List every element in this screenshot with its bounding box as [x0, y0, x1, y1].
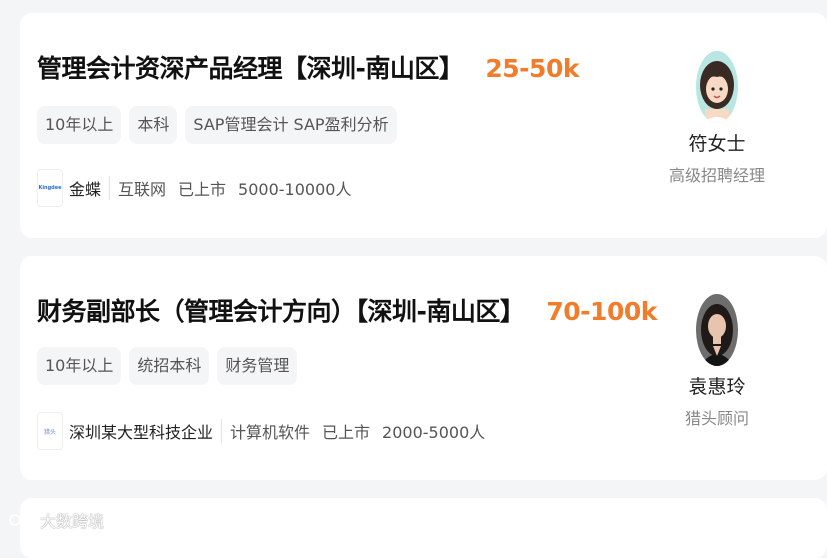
watermark: 大数跨境 [8, 508, 104, 532]
recruiter-info[interactable]: 袁惠玲 猎头顾问 [607, 294, 827, 429]
company-size: 5000-10000人 [238, 180, 352, 199]
job-card[interactable]: 财务副部长（管理会计方向）【深圳-南山区】 70-100k 10年以上 统招本科… [20, 256, 827, 480]
company-info[interactable]: Kingdee 金蝶 互联网 已上市 5000-10000人 [37, 169, 363, 207]
job-title[interactable]: 财务副部长（管理会计方向）【深圳-南山区】 [37, 292, 525, 328]
job-tags: 10年以上 统招本科 财务管理 [37, 347, 298, 385]
job-tags: 10年以上 本科 SAP管理会计 SAP盈利分析 [37, 106, 397, 144]
tag-experience: 10年以上 [37, 347, 122, 385]
job-title-row: 管理会计资深产品经理【深圳-南山区】 25-50k [37, 49, 579, 85]
company-size: 2000-5000人 [382, 423, 486, 442]
job-salary: 25-50k [485, 54, 579, 83]
tag-experience: 10年以上 [37, 106, 122, 144]
watermark-logo-icon [8, 512, 34, 528]
recruiter-name: 符女士 [688, 133, 746, 155]
tag-education: 统招本科 [129, 347, 210, 385]
company-info[interactable]: 猎头 深圳某大型科技企业 计算机软件 已上市 2000-5000人 [37, 412, 497, 450]
company-logo: 猎头 [37, 412, 63, 450]
recruiter-info[interactable]: 符女士 高级招聘经理 [607, 51, 827, 186]
divider [221, 419, 223, 443]
job-card[interactable]: 管理会计资深产品经理【深圳-南山区】 25-50k 10年以上 本科 SAP管理… [20, 13, 827, 238]
tag-skill: 财务管理 [217, 347, 298, 385]
divider [109, 176, 111, 200]
company-name[interactable]: 金蝶 [69, 176, 101, 200]
company-status: 已上市 [178, 180, 227, 199]
job-title-row: 财务副部长（管理会计方向）【深圳-南山区】 70-100k [37, 292, 657, 328]
company-industry: 计算机软件 [230, 423, 311, 442]
job-title[interactable]: 管理会计资深产品经理【深圳-南山区】 [37, 49, 464, 85]
recruiter-avatar [696, 51, 738, 123]
company-industry: 互联网 [118, 180, 167, 199]
company-logo: Kingdee [37, 169, 63, 207]
recruiter-avatar [696, 294, 738, 366]
job-card[interactable] [20, 498, 827, 558]
recruiter-title: 猎头顾问 [684, 409, 749, 428]
tag-education: 本科 [129, 106, 178, 144]
tag-skill: SAP管理会计 SAP盈利分析 [185, 106, 397, 144]
recruiter-title: 高级招聘经理 [668, 166, 765, 185]
recruiter-name: 袁惠玲 [688, 376, 746, 398]
company-name[interactable]: 深圳某大型科技企业 [69, 419, 213, 443]
watermark-text: 大数跨境 [40, 512, 105, 531]
company-status: 已上市 [322, 423, 371, 442]
